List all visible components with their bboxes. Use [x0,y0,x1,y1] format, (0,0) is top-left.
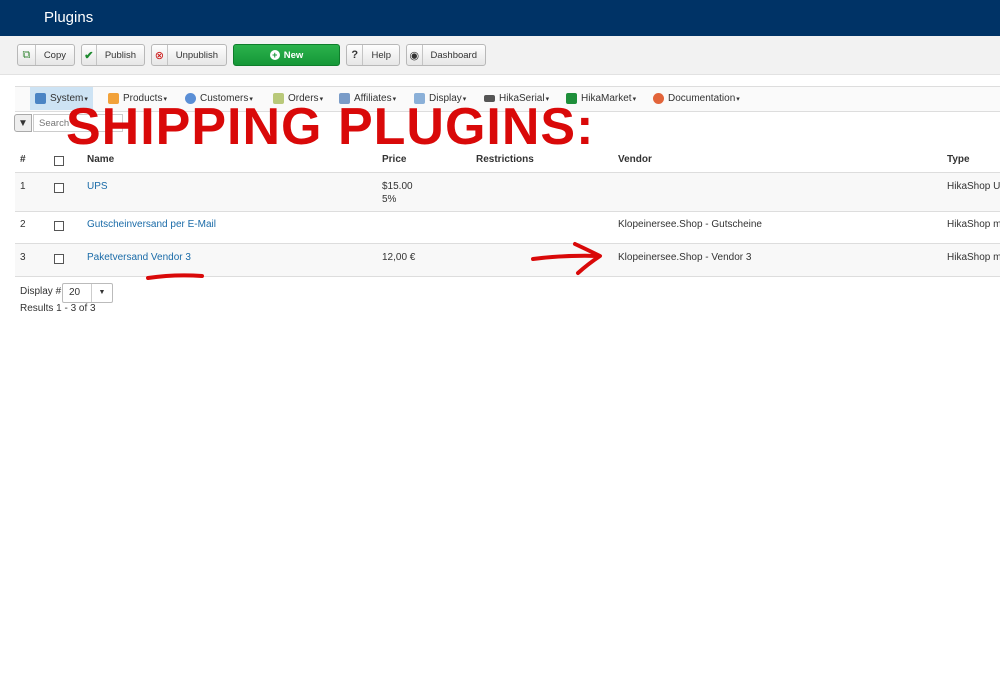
results-count: Results 1 - 3 of 3 [20,303,96,314]
arrow-mark [531,242,602,275]
display-limit-select[interactable]: 20 ▼ [62,283,113,303]
annotation-marks [146,242,602,280]
underline-mark [146,273,204,280]
display-label: Display # [20,286,62,297]
caret-down-icon: ▼ [91,284,112,302]
